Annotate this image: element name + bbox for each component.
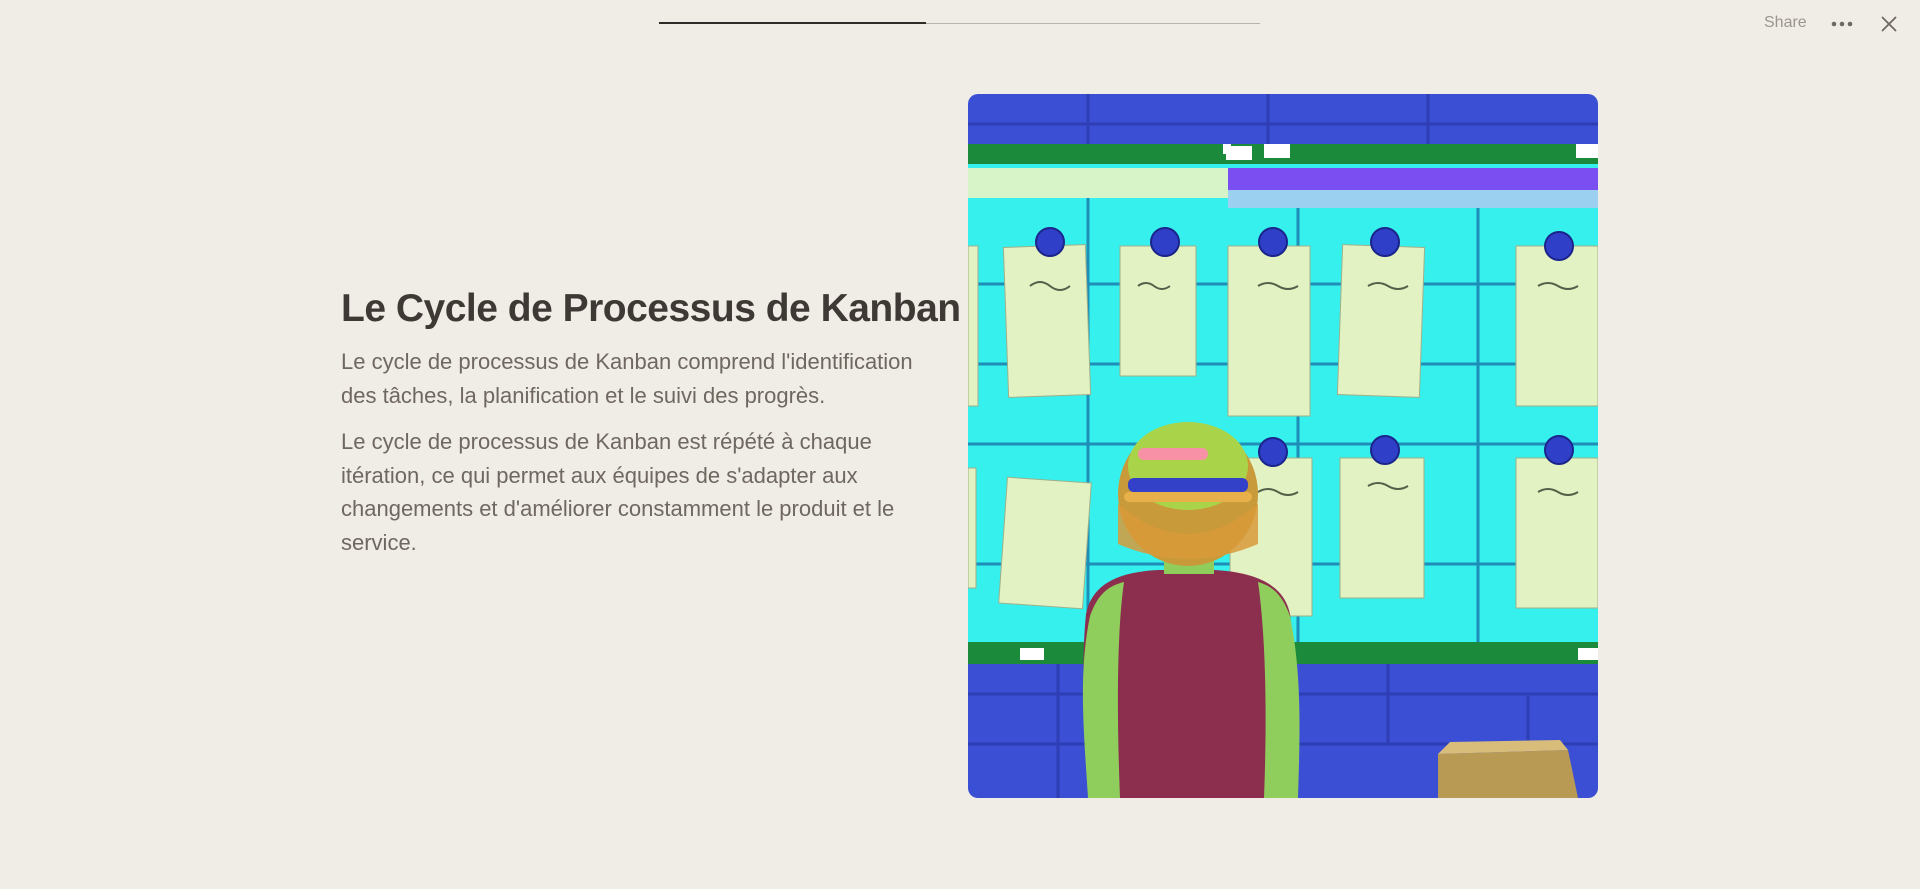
progress-bar: [659, 22, 1260, 24]
slide-paragraph-1: Le cycle de processus de Kanban comprend…: [341, 349, 913, 408]
progress-bar-fill: [659, 22, 927, 24]
slide-paragraph-2: Le cycle de processus de Kanban est répé…: [341, 429, 895, 555]
share-button[interactable]: Share: [1764, 14, 1807, 32]
presentation-page: Share Le Cycle de Processus de Kanban Le…: [0, 0, 1920, 889]
more-horizontal-icon: [1831, 21, 1853, 27]
slide-text: Le Cycle de Processus de Kanban Le cycle…: [341, 285, 961, 572]
more-options-button[interactable]: [1830, 14, 1854, 34]
illustration-graphic: [968, 94, 1598, 798]
close-button[interactable]: [1878, 13, 1900, 35]
close-icon: [1881, 16, 1897, 32]
kanban-board-illustration: [968, 94, 1598, 798]
slide-title: Le Cycle de Processus de Kanban: [341, 287, 961, 330]
